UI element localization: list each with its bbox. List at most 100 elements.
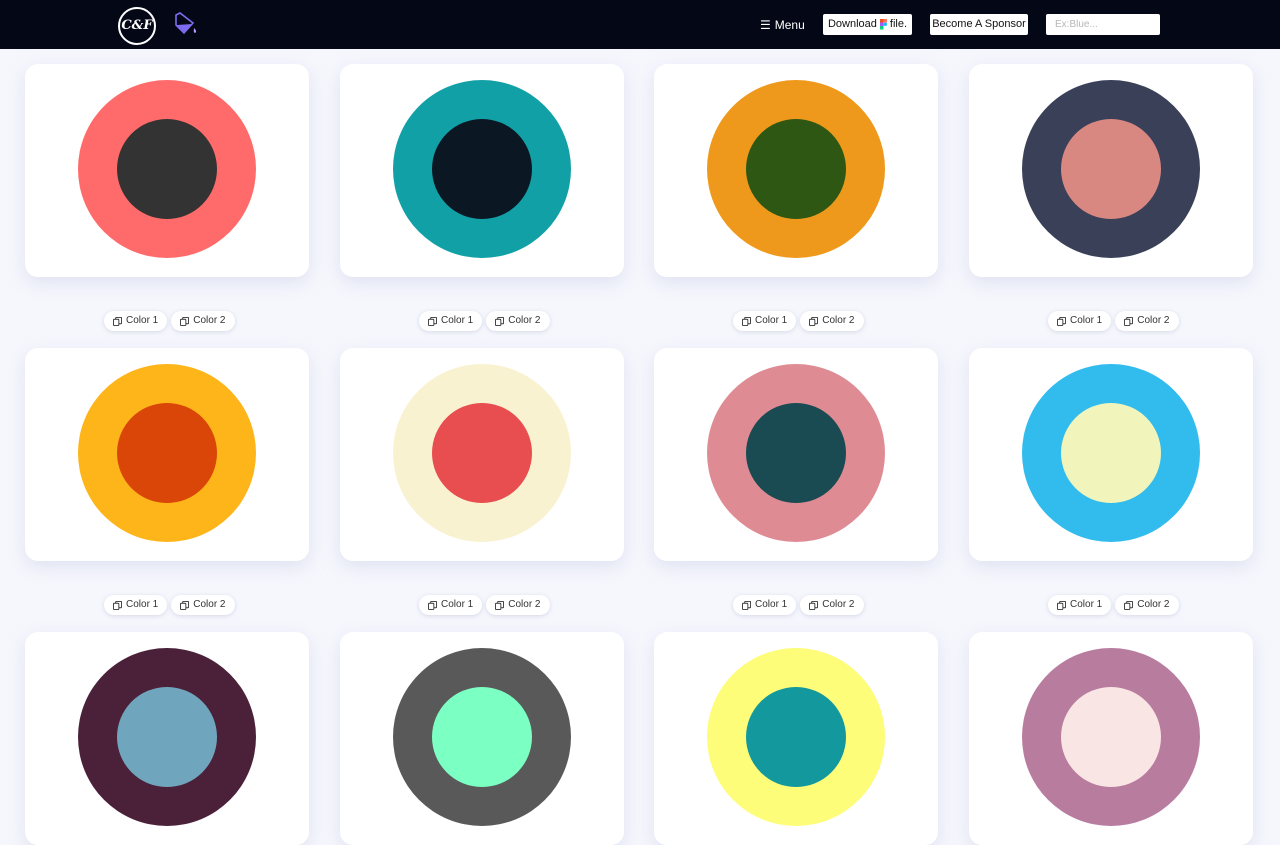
copy-icon	[495, 316, 505, 326]
copy-color2-button[interactable]: Color 2	[486, 311, 550, 331]
inner-color-circle	[746, 687, 846, 787]
copy-button-label: Color 1	[1070, 599, 1103, 610]
copy-color1-button[interactable]: Color 1	[1048, 311, 1112, 331]
copy-color-buttons: Color 1 Color 2	[733, 311, 864, 331]
palette-card[interactable]	[654, 632, 938, 845]
copy-button-label: Color 2	[1137, 315, 1170, 326]
copy-color2-button[interactable]: Color 2	[171, 595, 235, 615]
palette-card[interactable]	[654, 64, 938, 277]
palette-card[interactable]	[25, 348, 309, 561]
outer-color-circle	[393, 648, 571, 826]
become-sponsor-button[interactable]: Become A Sponsor	[930, 14, 1028, 35]
copy-color-buttons: Color 1 Color 2	[419, 311, 550, 331]
copy-color-buttons: Color 1 Color 2	[733, 595, 864, 615]
copy-color-buttons: Color 1 Color 2	[1048, 595, 1179, 615]
copy-icon	[742, 316, 751, 326]
copy-icon	[1057, 316, 1066, 326]
outer-color-circle	[707, 80, 885, 258]
copy-color2-button[interactable]: Color 2	[486, 595, 550, 615]
inner-color-circle	[117, 403, 217, 503]
palette-card[interactable]	[340, 64, 624, 277]
copy-icon	[113, 600, 122, 610]
copy-icon	[180, 600, 190, 610]
palette-card[interactable]	[654, 348, 938, 561]
copy-button-label: Color 1	[755, 315, 788, 326]
copy-color1-button[interactable]: Color 1	[419, 595, 483, 615]
inner-color-circle	[1061, 119, 1161, 219]
copy-color-buttons: Color 1 Color 2	[1048, 311, 1179, 331]
copy-button-label: Color 2	[822, 315, 855, 326]
copy-button-label: Color 2	[822, 599, 855, 610]
copy-icon	[428, 600, 437, 610]
copy-icon	[809, 600, 819, 610]
copy-color1-button[interactable]: Color 1	[104, 311, 168, 331]
copy-button-label: Color 1	[1070, 315, 1103, 326]
copy-button-label: Color 1	[126, 599, 159, 610]
outer-color-circle	[78, 364, 256, 542]
copy-icon	[495, 600, 505, 610]
inner-color-circle	[1061, 403, 1161, 503]
menu-button[interactable]: ☰ Menu	[760, 16, 805, 34]
copy-icon	[1124, 600, 1134, 610]
copy-color2-button[interactable]: Color 2	[1115, 595, 1179, 615]
copy-color2-button[interactable]: Color 2	[800, 595, 864, 615]
palette-card[interactable]	[969, 632, 1253, 845]
copy-color1-button[interactable]: Color 1	[1048, 595, 1112, 615]
inner-color-circle	[1061, 687, 1161, 787]
copy-icon	[180, 316, 190, 326]
outer-color-circle	[1022, 80, 1200, 258]
copy-button-label: Color 2	[193, 315, 226, 326]
download-label: Download	[827, 18, 877, 30]
copy-color1-button[interactable]: Color 1	[419, 311, 483, 331]
copy-button-label: Color 1	[755, 599, 788, 610]
copy-button-label: Color 2	[193, 599, 226, 610]
palette-card[interactable]	[340, 632, 624, 845]
outer-color-circle	[707, 648, 885, 826]
inner-color-circle	[746, 403, 846, 503]
palette-card[interactable]	[25, 64, 309, 277]
palette-card[interactable]	[25, 632, 309, 845]
top-navigation-bar: C&F ☰ Menu Download file. Become A Spons…	[0, 0, 1280, 49]
outer-color-circle	[78, 648, 256, 826]
copy-color2-button[interactable]: Color 2	[800, 311, 864, 331]
copy-icon	[742, 600, 751, 610]
palette-card[interactable]	[340, 348, 624, 561]
outer-color-circle	[1022, 364, 1200, 542]
search-input[interactable]	[1046, 14, 1160, 35]
copy-button-label: Color 1	[441, 599, 474, 610]
inner-color-circle	[117, 687, 217, 787]
copy-button-label: Color 2	[1137, 599, 1170, 610]
site-logo[interactable]: C&F	[118, 7, 156, 45]
copy-color-buttons: Color 1 Color 2	[104, 311, 235, 331]
palette-card[interactable]	[969, 64, 1253, 277]
copy-button-label: Color 2	[508, 315, 541, 326]
copy-icon	[1124, 316, 1134, 326]
copy-color1-button[interactable]: Color 1	[733, 311, 797, 331]
outer-color-circle	[393, 364, 571, 542]
download-figma-button[interactable]: Download file.	[823, 14, 912, 35]
outer-color-circle	[707, 364, 885, 542]
copy-color1-button[interactable]: Color 1	[104, 595, 168, 615]
copy-button-label: Color 1	[441, 315, 474, 326]
inner-color-circle	[432, 119, 532, 219]
copy-button-label: Color 2	[508, 599, 541, 610]
copy-color-buttons: Color 1 Color 2	[104, 595, 235, 615]
copy-color-buttons: Color 1 Color 2	[419, 595, 550, 615]
inner-color-circle	[746, 119, 846, 219]
copy-icon	[428, 316, 437, 326]
palette-card[interactable]	[969, 348, 1253, 561]
hamburger-icon: ☰	[760, 18, 771, 32]
outer-color-circle	[1022, 648, 1200, 826]
download-suffix: file.	[889, 18, 908, 30]
copy-color2-button[interactable]: Color 2	[1115, 311, 1179, 331]
inner-color-circle	[117, 119, 217, 219]
copy-color1-button[interactable]: Color 1	[733, 595, 797, 615]
copy-icon	[1057, 600, 1066, 610]
copy-color2-button[interactable]: Color 2	[171, 311, 235, 331]
inner-color-circle	[432, 403, 532, 503]
figma-icon	[879, 19, 887, 30]
inner-color-circle	[432, 687, 532, 787]
outer-color-circle	[78, 80, 256, 258]
copy-icon	[113, 316, 122, 326]
paint-bucket-icon[interactable]	[173, 11, 199, 39]
